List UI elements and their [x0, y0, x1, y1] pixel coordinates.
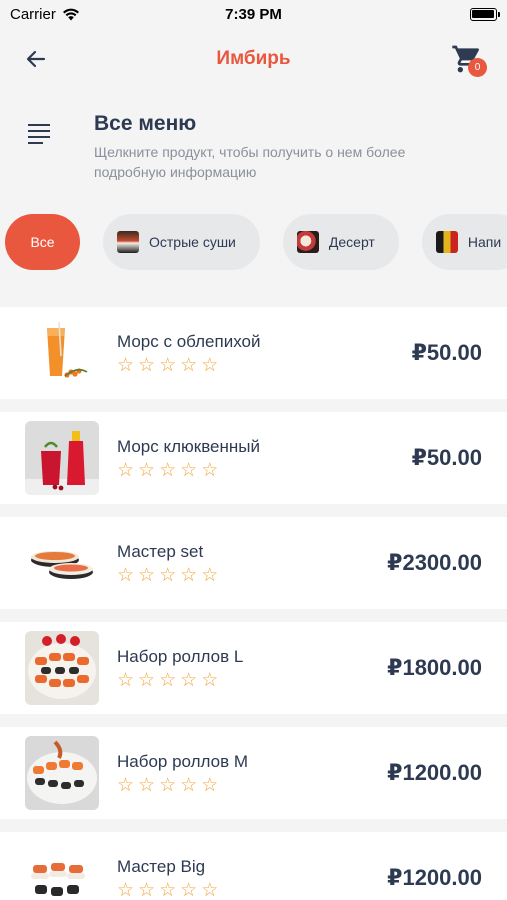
product-name: Набор роллов L — [117, 646, 244, 666]
category-label: Все — [30, 234, 55, 250]
product-price: ₽50.00 — [411, 445, 482, 470]
category-tab-spicy-sushi[interactable]: Острые суши — [103, 214, 260, 270]
product-name: Морс клюквенный — [117, 436, 261, 456]
product-info: Морс с облепихой ☆ ☆ ☆ ☆ ☆ — [117, 332, 412, 375]
star-icon: ☆ — [159, 774, 177, 796]
cart-button[interactable]: 0 — [447, 39, 487, 79]
star-icon: ☆ — [138, 459, 156, 481]
star-icon: ☆ — [117, 879, 135, 900]
dessert-thumbnail — [296, 231, 319, 253]
star-icon: ☆ — [180, 669, 198, 691]
product-item[interactable]: Набор роллов M ☆ ☆ ☆ ☆ ☆ ₽1200.00 — [0, 727, 507, 819]
product-name: Набор роллов M — [117, 751, 249, 771]
star-icon: ☆ — [138, 879, 156, 900]
category-tab-all[interactable]: Все — [5, 214, 80, 270]
star-rating: ☆ ☆ ☆ ☆ ☆ — [117, 356, 412, 375]
category-tab-dessert[interactable]: Десерт — [282, 214, 399, 270]
menu-header: Все меню Щелкните продукт, чтобы получит… — [0, 90, 507, 200]
star-icon: ☆ — [201, 879, 219, 900]
star-icon: ☆ — [117, 669, 135, 691]
product-price: ₽1200.00 — [387, 760, 482, 785]
product-item[interactable]: Мастер Big ☆ ☆ ☆ ☆ ☆ ₽1200.00 — [0, 832, 507, 900]
star-icon: ☆ — [180, 879, 198, 900]
star-icon: ☆ — [138, 774, 156, 796]
star-icon: ☆ — [138, 564, 156, 586]
product-price: ₽50.00 — [411, 340, 482, 365]
star-rating: ☆ ☆ ☆ ☆ ☆ — [117, 461, 412, 480]
nav-bar: Имбирь 0 — [0, 28, 507, 90]
product-name: Мастер set — [117, 541, 204, 561]
category-label: Напи — [467, 234, 502, 250]
status-right — [337, 7, 500, 21]
status-bar: Carrier 7:39 PM — [0, 0, 507, 28]
product-info: Мастер Big ☆ ☆ ☆ ☆ ☆ — [117, 857, 387, 900]
star-icon: ☆ — [117, 354, 135, 376]
star-icon: ☆ — [117, 774, 135, 796]
spicy-sushi-thumbnail — [117, 231, 139, 253]
product-image — [25, 526, 99, 600]
category-label: Десерт — [328, 234, 375, 250]
star-icon: ☆ — [180, 774, 198, 796]
star-icon: ☆ — [159, 564, 177, 586]
product-info: Набор роллов L ☆ ☆ ☆ ☆ ☆ — [117, 647, 387, 690]
star-icon: ☆ — [159, 879, 177, 900]
drinks-thumbnail — [435, 231, 458, 253]
star-rating: ☆ ☆ ☆ ☆ ☆ — [117, 881, 387, 900]
star-icon: ☆ — [201, 774, 219, 796]
product-info: Мастер set ☆ ☆ ☆ ☆ ☆ — [117, 542, 387, 585]
product-image — [25, 421, 99, 495]
product-image — [25, 631, 99, 705]
star-icon: ☆ — [201, 564, 219, 586]
category-label: Острые суши — [149, 234, 236, 250]
product-item[interactable]: Набор роллов L ☆ ☆ ☆ ☆ ☆ ₽1800.00 — [0, 622, 507, 714]
star-icon: ☆ — [180, 354, 198, 376]
star-rating: ☆ ☆ ☆ ☆ ☆ — [117, 671, 387, 690]
product-info: Набор роллов M ☆ ☆ ☆ ☆ ☆ — [117, 752, 387, 795]
carrier-label: Carrier — [10, 5, 56, 23]
product-price: ₽1800.00 — [387, 655, 482, 680]
product-price: ₽2300.00 — [387, 550, 482, 575]
list-icon — [28, 124, 50, 148]
battery-icon — [469, 7, 500, 21]
product-item[interactable]: Морс с облепихой ☆ ☆ ☆ ☆ ☆ ₽50.00 — [0, 307, 507, 399]
menu-text: Все меню Щелкните продукт, чтобы получит… — [94, 110, 454, 182]
star-icon: ☆ — [201, 459, 219, 481]
product-item[interactable]: Мастер set ☆ ☆ ☆ ☆ ☆ ₽2300.00 — [0, 517, 507, 609]
star-icon: ☆ — [201, 669, 219, 691]
status-time: 7:39 PM — [225, 5, 282, 23]
product-name: Мастер Big — [117, 856, 206, 876]
star-icon: ☆ — [180, 564, 198, 586]
product-price: ₽1200.00 — [387, 865, 482, 890]
product-image — [25, 316, 99, 390]
star-icon: ☆ — [159, 669, 177, 691]
category-tab-drinks[interactable]: Напи — [421, 214, 507, 270]
star-icon: ☆ — [117, 564, 135, 586]
menu-subtitle: Щелкните продукт, чтобы получить о нем б… — [94, 144, 406, 180]
category-tabs: Все Острые суши Десерт Напи — [0, 200, 507, 284]
status-left: Carrier — [10, 6, 170, 23]
wifi-icon — [62, 8, 79, 20]
star-icon: ☆ — [138, 354, 156, 376]
star-icon: ☆ — [138, 669, 156, 691]
back-button[interactable] — [22, 45, 50, 73]
product-item[interactable]: Морс клюквенный ☆ ☆ ☆ ☆ ☆ ₽50.00 — [0, 412, 507, 504]
menu-title: Все меню — [94, 112, 197, 135]
arrow-left-icon — [26, 50, 46, 68]
product-list: Морс с облепихой ☆ ☆ ☆ ☆ ☆ ₽50.00 Морс клюкв… — [0, 307, 507, 900]
star-rating: ☆ ☆ ☆ ☆ ☆ — [117, 566, 387, 585]
star-icon: ☆ — [117, 459, 135, 481]
star-icon: ☆ — [159, 354, 177, 376]
star-icon: ☆ — [180, 459, 198, 481]
page-title: Имбирь — [216, 48, 291, 69]
product-name: Морс с облепихой — [117, 331, 261, 351]
star-rating: ☆ ☆ ☆ ☆ ☆ — [117, 776, 387, 795]
star-icon: ☆ — [201, 354, 219, 376]
product-info: Морс клюквенный ☆ ☆ ☆ ☆ ☆ — [117, 437, 412, 480]
cart-count-badge: 0 — [468, 58, 487, 77]
star-icon: ☆ — [159, 459, 177, 481]
product-image — [25, 841, 99, 900]
product-image — [25, 736, 99, 810]
